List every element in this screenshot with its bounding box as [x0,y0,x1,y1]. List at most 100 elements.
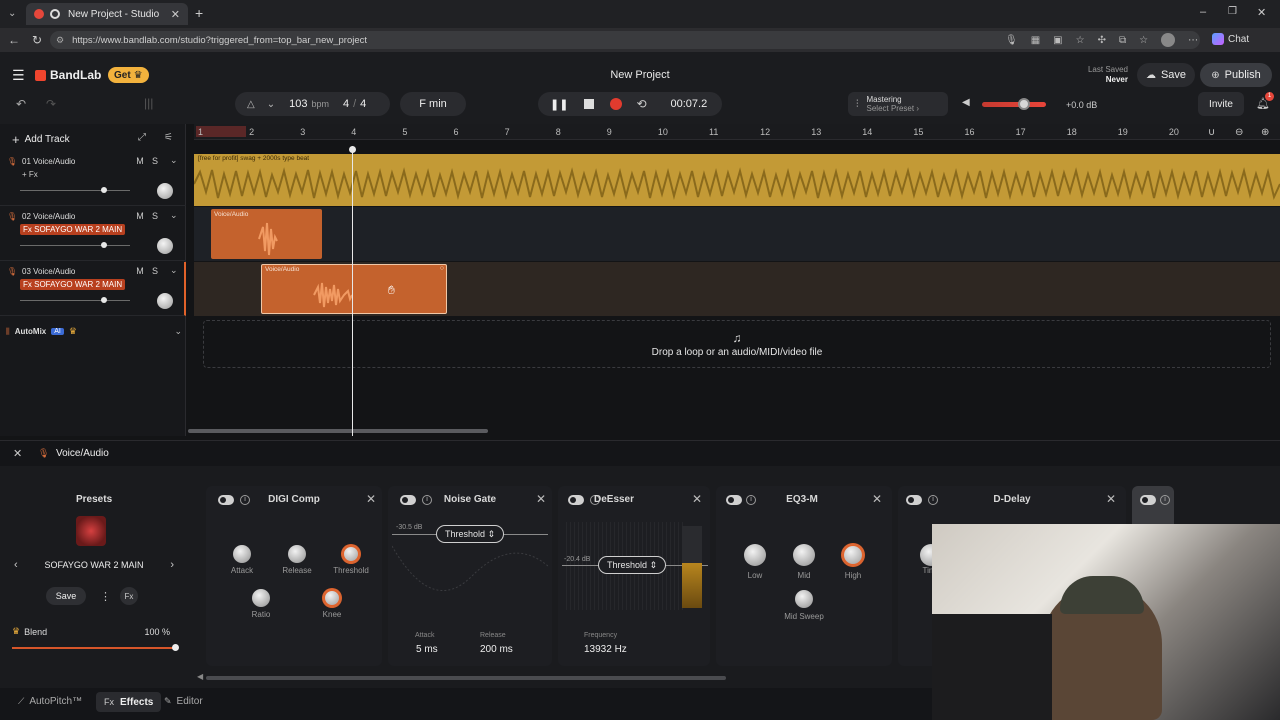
favorites-icon[interactable]: ☆ [1139,35,1148,46]
track-row[interactable]: 🎙︎ 02 Voice/Audio M S ⌄ Fx SOFAYGO WAR 2… [0,207,186,261]
threshold-handle[interactable]: Threshold ⇕ [598,556,666,574]
track-lane[interactable]: [free for profit] swag + 2000s type beat [194,154,1280,206]
mute-button[interactable]: M [134,155,146,167]
publish-button[interactable]: ⊕ Publish [1200,63,1272,87]
audio-clip[interactable]: Voice/Audio [211,209,322,259]
track-name[interactable]: 02 Voice/Audio [22,212,75,221]
track-lane[interactable]: Voice/Audio ○ ✋︎ [194,262,1280,316]
blend-handle[interactable] [172,644,179,651]
close-icon[interactable]: ✕ [171,8,180,21]
close-icon[interactable]: ✕ [692,492,702,506]
time-sig-numerator[interactable]: 4 [343,98,349,110]
mid-knob[interactable] [793,544,815,566]
attack-value[interactable]: 5 ms [416,644,438,655]
loop-icon[interactable]: ⟲ [636,97,646,111]
chevron-right-icon[interactable]: › [170,559,174,571]
invite-button[interactable]: Invite [1198,92,1244,116]
low-knob[interactable] [744,544,766,566]
release-knob[interactable] [288,545,306,563]
get-button[interactable]: Get ♛ [108,67,149,83]
extensions-icon[interactable]: ✣ [1098,35,1106,46]
preset-artwork[interactable] [76,516,106,546]
fx-preset-tag[interactable]: Fx SOFAYGO WAR 2 MAIN [20,279,126,290]
scroll-left-icon[interactable]: ◀ [197,672,203,681]
close-icon[interactable]: ✕ [872,492,882,506]
metronome-icon[interactable]: △ [247,99,255,110]
stop-icon[interactable] [584,99,595,109]
volume-handle[interactable] [101,187,107,193]
frequency-value[interactable]: 13932 Hz [584,644,627,655]
track-row[interactable]: 🎙︎ 03 Voice/Audio M S ⌄ Fx SOFAYGO WAR 2… [0,262,186,316]
zoom-out-icon[interactable]: ⊖ [1235,127,1243,138]
solo-button[interactable]: S [149,210,161,222]
volume-handle[interactable] [101,297,107,303]
key-button[interactable]: F min [400,92,466,116]
back-icon[interactable]: ← [8,33,20,47]
track-row[interactable]: 🎙︎ 01 Voice/Audio M S ⌄ + Fx [0,152,186,206]
tab-list-icon[interactable]: ⌄ [8,8,16,19]
preset-save-button[interactable]: Save [46,587,86,605]
new-tab-icon[interactable]: + [195,5,203,21]
browser-tab[interactable]: New Project - Studio ✕ [26,3,188,25]
mute-button[interactable]: M [134,265,146,277]
power-toggle[interactable] [1140,495,1156,505]
chat-button[interactable]: Chat [1212,33,1249,45]
track-lane[interactable]: Voice/Audio [194,207,1280,261]
master-volume-slider[interactable] [982,98,1046,110]
grid-icon[interactable]: ▦ [1031,35,1040,46]
track-volume-slider[interactable] [20,300,130,301]
chevron-down-icon[interactable]: ⌄ [267,99,275,110]
ratio-knob[interactable] [252,589,270,607]
mid-sweep-knob[interactable] [795,590,813,608]
wand-icon[interactable]: ⤢ [138,132,146,143]
record-icon[interactable] [610,98,623,110]
attack-knob[interactable] [233,545,251,563]
fx-chain-button[interactable]: Fx [120,587,138,605]
pause-icon[interactable]: ❚❚ [550,98,568,111]
pan-knob[interactable] [157,238,173,254]
fx-preset-tag[interactable]: Fx SOFAYGO WAR 2 MAIN [20,224,126,235]
track-name[interactable]: 03 Voice/Audio [22,267,75,276]
solo-button[interactable]: S [149,155,161,167]
playhead[interactable] [352,146,353,436]
more-icon[interactable]: ⋯ [1188,35,1198,46]
info-icon[interactable]: i [1160,495,1170,505]
chevron-down-icon[interactable]: ⌄ [170,155,178,166]
audio-clip[interactable]: Voice/Audio ○ ✋︎ [261,264,447,314]
mute-button[interactable]: M [134,210,146,222]
frequency-band[interactable] [682,526,702,608]
pan-knob[interactable] [157,293,173,309]
undo-icon[interactable]: ↶ [16,97,26,111]
more-icon[interactable]: ⋮ [100,590,111,603]
mixer-icon[interactable]: ||| [144,96,153,110]
speaker-icon[interactable]: ◀︎ [962,97,970,108]
effects-scrollbar[interactable] [206,676,726,680]
track-volume-slider[interactable] [20,190,130,191]
volume-handle[interactable] [1018,98,1030,110]
drop-zone[interactable]: ♫ Drop a loop or an audio/MIDI/video fil… [203,320,1271,368]
editor-tab[interactable]: ✎ Editor [164,696,203,707]
profile-avatar[interactable] [1161,33,1176,47]
time-sig-denominator[interactable]: 4 [360,98,366,110]
close-icon[interactable]: ✕ [1106,492,1116,506]
clip-loop-icon[interactable]: ○ [440,265,444,272]
preset-selector[interactable]: ‹ SOFAYGO WAR 2 MAIN › [14,559,174,571]
mastering-button[interactable]: ⫶ Mastering Select Preset › [848,92,948,116]
save-button[interactable]: ☁ Save [1137,63,1195,87]
filter-icon[interactable]: ⚟ [164,132,173,143]
zoom-in-icon[interactable]: ⊕ [1261,127,1269,138]
autopitch-tab[interactable]: ⟋ AutoPitch™ [18,696,82,707]
chevron-down-icon[interactable]: ⌄ [170,265,178,276]
minimize-icon[interactable]: – [1200,6,1206,18]
apps-icon[interactable]: ▣ [1053,35,1062,46]
knee-knob[interactable] [323,589,341,607]
window-close-icon[interactable]: ✕ [1257,6,1266,19]
magnet-icon[interactable]: ∪ [1208,127,1215,138]
add-track-button[interactable]: + Add Track [12,132,70,147]
maximize-icon[interactable]: ❐ [1228,6,1237,17]
threshold-knob[interactable] [342,545,360,563]
split-icon[interactable]: ⧉ [1119,35,1126,46]
solo-button[interactable]: S [149,265,161,277]
audio-clip[interactable]: [free for profit] swag + 2000s type beat [194,154,1280,206]
playhead-marker[interactable] [349,146,356,153]
